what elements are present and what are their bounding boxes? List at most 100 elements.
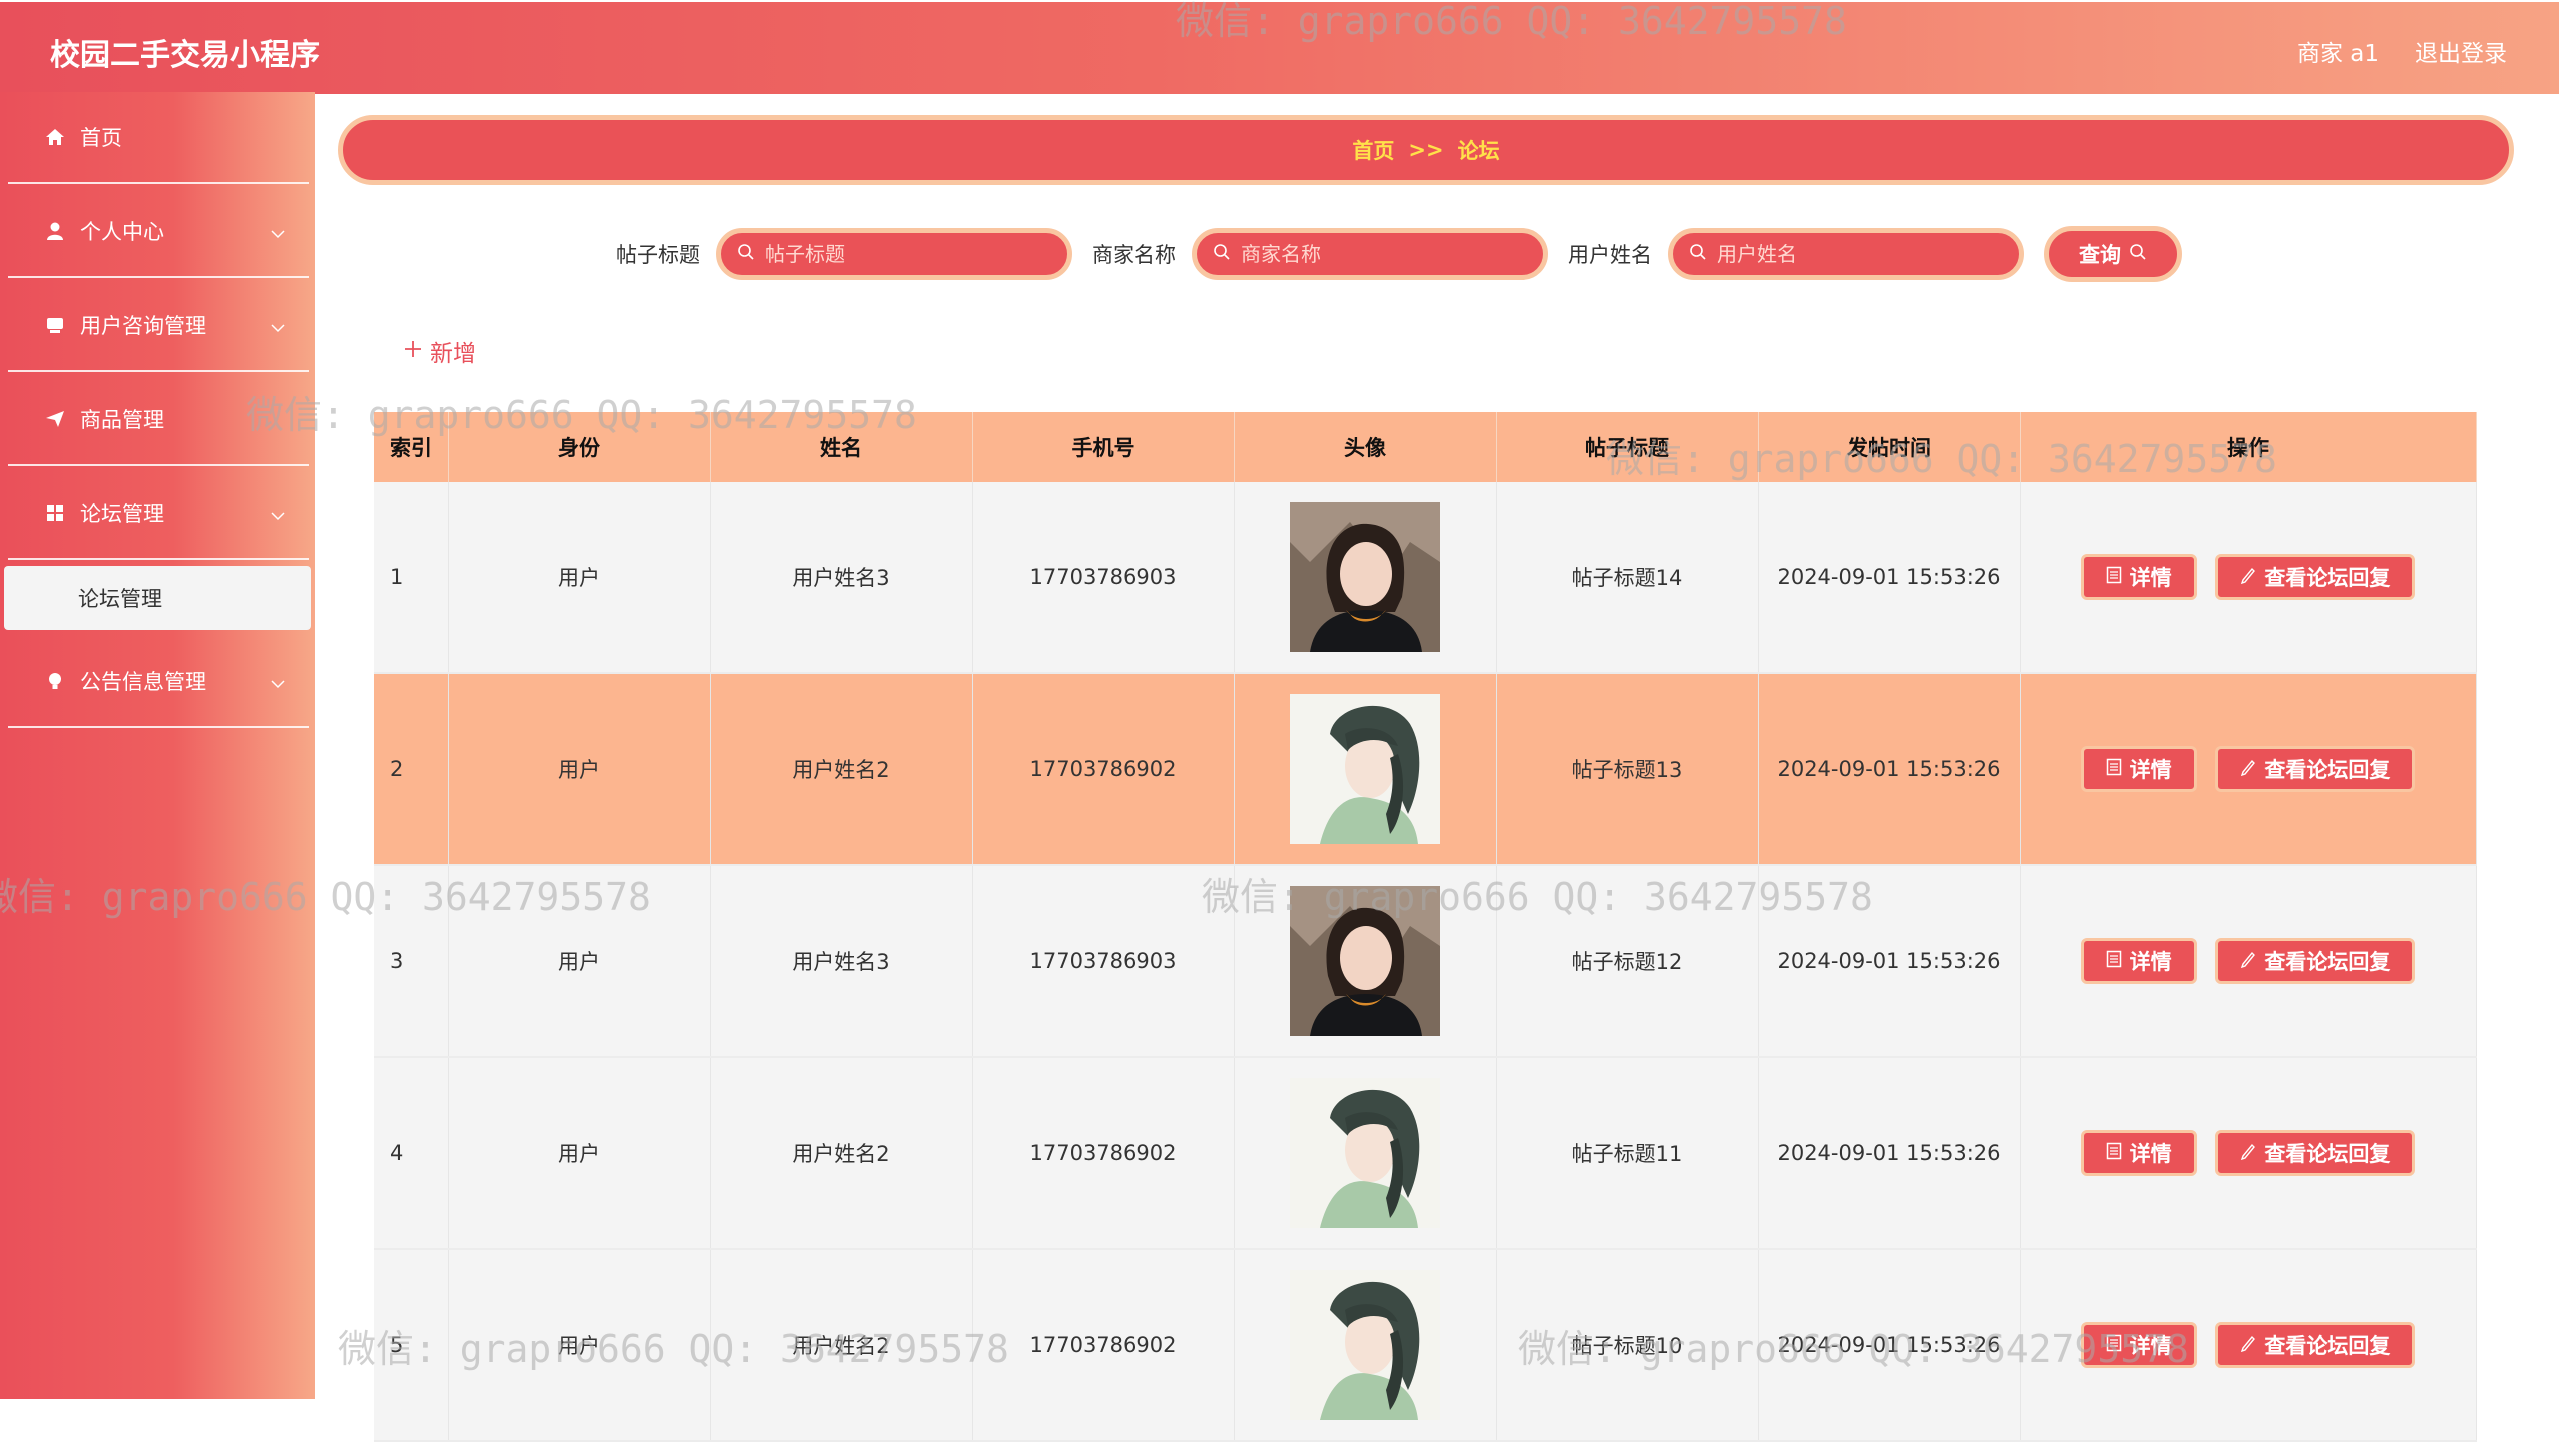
avatar[interactable] xyxy=(1290,1078,1440,1228)
top-header: 校园二手交易小程序 商家 a1 退出登录 xyxy=(0,0,2559,94)
cell-name: 用户姓名2 xyxy=(710,673,973,866)
column-header: 手机号 xyxy=(972,412,1235,482)
cell-phone: 17703786902 xyxy=(972,1057,1235,1250)
cell-phone: 17703786902 xyxy=(972,673,1235,866)
merchant-name-input[interactable] xyxy=(1239,241,1523,267)
merchant-name-label: 商家名称 xyxy=(1092,243,1176,267)
table-row[interactable]: 5 用户 用户姓名2 17703786902 帖子标题10 2024-09-01… xyxy=(374,1249,2477,1442)
view-replies-button[interactable]: 查看论坛回复 xyxy=(2215,554,2416,600)
detail-button[interactable]: 详情 xyxy=(2080,938,2197,984)
post-title-search-box[interactable] xyxy=(716,228,1072,280)
cell-post-title: 帖子标题13 xyxy=(1496,673,1759,866)
document-icon xyxy=(2106,949,2122,973)
search-row: 帖子标题 商家名称 用户姓名 查询 xyxy=(616,226,2182,282)
table-row[interactable]: 3 用户 用户姓名3 17703786903 帖子标题12 2024-09-01… xyxy=(374,865,2477,1058)
view-replies-button[interactable]: 查看论坛回复 xyxy=(2215,1130,2416,1176)
avatar[interactable] xyxy=(1290,502,1440,652)
search-icon xyxy=(2129,242,2147,266)
edit-icon xyxy=(2240,1141,2256,1165)
view-replies-button-label: 查看论坛回复 xyxy=(2264,566,2391,590)
chevron-down-icon xyxy=(271,502,285,526)
cell-post-title: 帖子标题14 xyxy=(1496,482,1759,674)
column-header: 帖子标题 xyxy=(1496,412,1759,482)
sidebar-item-notice[interactable]: 公告信息管理 xyxy=(8,636,309,728)
merchant-name-search-box[interactable] xyxy=(1192,228,1548,280)
detail-button-label: 详情 xyxy=(2129,1334,2172,1358)
sidebar-subitem-forum-manage[interactable]: 论坛管理 xyxy=(4,566,311,630)
view-replies-button-label: 查看论坛回复 xyxy=(2264,1334,2391,1358)
cell-avatar xyxy=(1234,673,1497,866)
sidebar: 首页 个人中心 用户咨询管理 商品管理 论坛管理 论坛管理 公告信息管理 xyxy=(0,92,315,1399)
detail-button[interactable]: 详情 xyxy=(2080,746,2197,792)
cell-actions: 详情 查看论坛回复 xyxy=(2020,1057,2477,1250)
edit-icon xyxy=(2240,1333,2256,1357)
cell-name: 用户姓名2 xyxy=(710,1057,973,1250)
cell-post-title: 帖子标题11 xyxy=(1496,1057,1759,1250)
header-user-area: 商家 a1 退出登录 xyxy=(2297,34,2507,68)
column-header: 索引 xyxy=(374,412,449,482)
view-replies-button[interactable]: 查看论坛回复 xyxy=(2215,938,2416,984)
cell-actions: 详情 查看论坛回复 xyxy=(2020,673,2477,866)
avatar[interactable] xyxy=(1290,886,1440,1036)
detail-button[interactable]: 详情 xyxy=(2080,554,2197,600)
table-row[interactable]: 2 用户 用户姓名2 17703786902 帖子标题13 2024-09-01… xyxy=(374,673,2477,866)
sidebar-item-forum[interactable]: 论坛管理 xyxy=(8,468,309,560)
cell-phone: 17703786903 xyxy=(972,865,1235,1058)
post-title-input[interactable] xyxy=(763,241,1047,267)
view-replies-button[interactable]: 查看论坛回复 xyxy=(2215,1322,2416,1368)
breadcrumb-home[interactable]: 首页 xyxy=(1352,135,1394,165)
cell-phone: 17703786902 xyxy=(972,1249,1235,1442)
grid-icon xyxy=(44,502,66,524)
cell-index: 3 xyxy=(374,865,449,1058)
sidebar-item-personal-center[interactable]: 个人中心 xyxy=(8,186,309,278)
cell-post-title: 帖子标题12 xyxy=(1496,865,1759,1058)
cell-post-time: 2024-09-01 15:53:26 xyxy=(1758,1249,2021,1442)
current-user[interactable]: 商家 a1 xyxy=(2297,34,2379,68)
cell-avatar xyxy=(1234,482,1497,674)
user-name-search-box[interactable] xyxy=(1668,228,2024,280)
edit-icon xyxy=(2240,757,2256,781)
sidebar-item-label: 用户咨询管理 xyxy=(80,314,206,338)
sidebar-item-goods[interactable]: 商品管理 xyxy=(8,374,309,466)
sidebar-item-consult[interactable]: 用户咨询管理 xyxy=(8,280,309,372)
breadcrumb-current: 论坛 xyxy=(1457,139,1500,163)
chevron-down-icon xyxy=(271,314,285,338)
plus-icon xyxy=(404,338,422,364)
cell-role: 用户 xyxy=(448,1057,711,1250)
table-row[interactable]: 1 用户 用户姓名3 17703786903 帖子标题14 2024-09-01… xyxy=(374,482,2477,674)
edit-icon xyxy=(2240,949,2256,973)
table-row[interactable]: 4 用户 用户姓名2 17703786902 帖子标题11 2024-09-01… xyxy=(374,1057,2477,1250)
cell-actions: 详情 查看论坛回复 xyxy=(2020,1249,2477,1442)
forum-table: 索引 身份 姓名 手机号 头像 帖子标题 发帖时间 操作 1 用户 用户姓名3 … xyxy=(374,412,2477,1442)
bulb-icon xyxy=(44,670,66,692)
column-header: 身份 xyxy=(448,412,711,482)
sidebar-item-label: 个人中心 xyxy=(80,220,164,244)
query-button[interactable]: 查询 xyxy=(2044,226,2182,282)
cell-avatar xyxy=(1234,1249,1497,1442)
view-replies-button-label: 查看论坛回复 xyxy=(2264,950,2391,974)
detail-button-label: 详情 xyxy=(2129,950,2172,974)
cell-post-time: 2024-09-01 15:53:26 xyxy=(1758,1057,2021,1250)
cell-avatar xyxy=(1234,865,1497,1058)
sidebar-item-home[interactable]: 首页 xyxy=(8,92,309,184)
user-icon xyxy=(44,220,66,242)
search-icon xyxy=(1213,243,1231,265)
cell-role: 用户 xyxy=(448,865,711,1058)
view-replies-button-label: 查看论坛回复 xyxy=(2264,758,2391,782)
add-button[interactable]: 新增 xyxy=(404,334,476,368)
detail-button[interactable]: 详情 xyxy=(2080,1130,2197,1176)
cell-name: 用户姓名3 xyxy=(710,865,973,1058)
view-replies-button[interactable]: 查看论坛回复 xyxy=(2215,746,2416,792)
detail-button-label: 详情 xyxy=(2129,1142,2172,1166)
avatar[interactable] xyxy=(1290,1270,1440,1420)
document-icon xyxy=(2106,1333,2122,1357)
avatar[interactable] xyxy=(1290,694,1440,844)
user-name-input[interactable] xyxy=(1715,241,1999,267)
cell-avatar xyxy=(1234,1057,1497,1250)
logout-link[interactable]: 退出登录 xyxy=(2415,34,2507,68)
breadcrumb-separator: >> xyxy=(1408,138,1444,162)
post-title-label: 帖子标题 xyxy=(616,243,700,267)
sidebar-item-label: 论坛管理 xyxy=(80,502,164,526)
detail-button[interactable]: 详情 xyxy=(2080,1322,2197,1368)
cell-post-time: 2024-09-01 15:53:26 xyxy=(1758,865,2021,1058)
